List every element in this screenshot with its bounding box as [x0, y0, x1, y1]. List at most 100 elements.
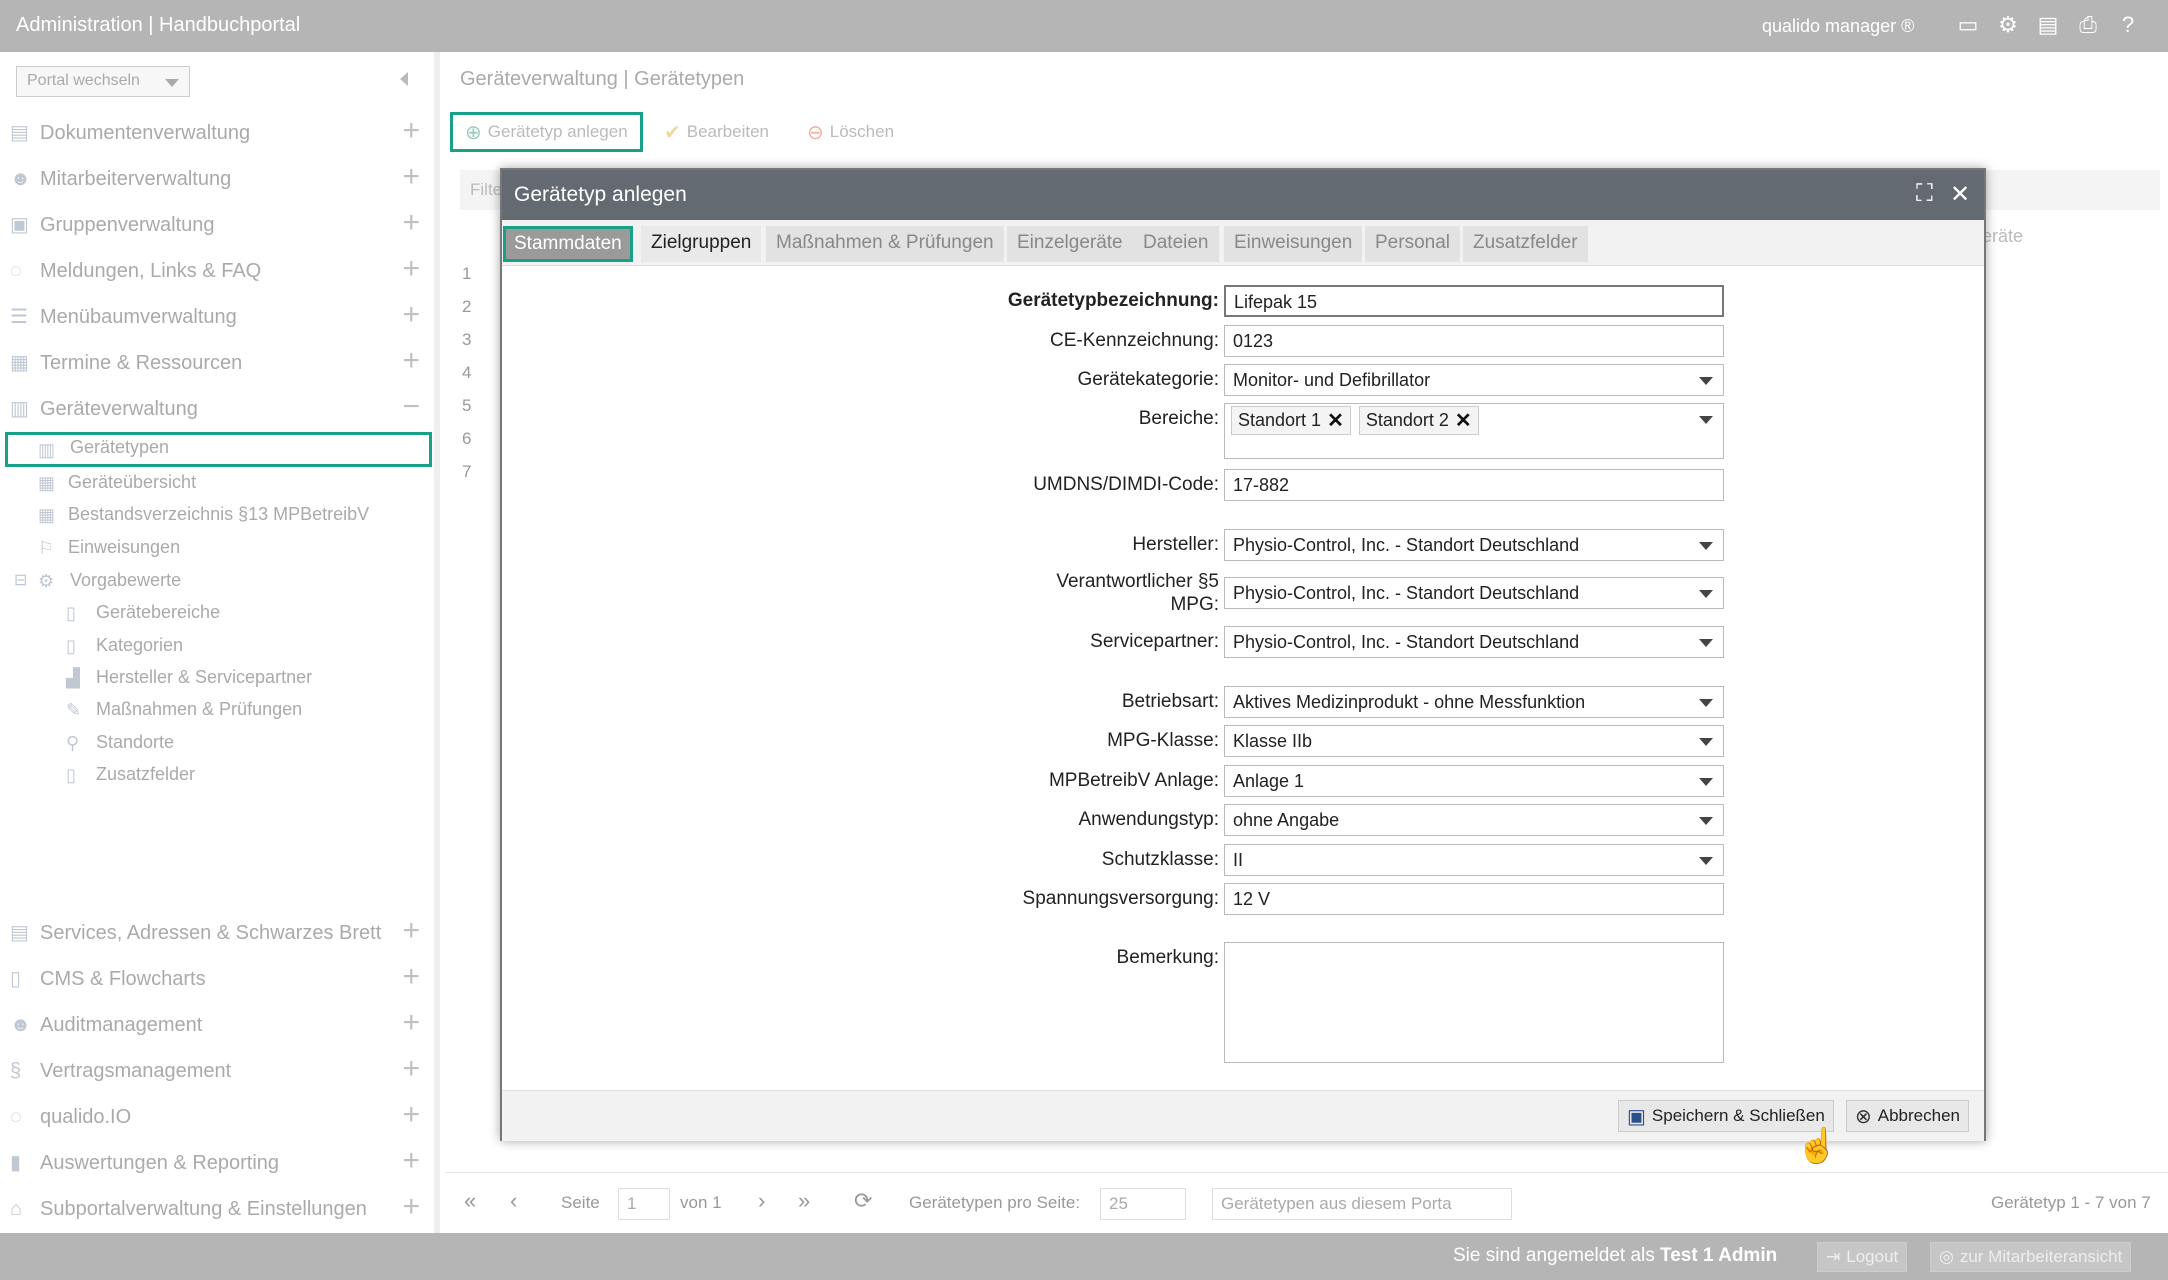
row-number: 6 — [462, 429, 472, 448]
bemerkung-textarea[interactable] — [1224, 942, 1724, 1063]
verantwortlicher-select[interactable]: Physio-Control, Inc. - Standort Deutschl… — [1224, 577, 1724, 609]
ce-input[interactable]: 0123 — [1224, 325, 1724, 357]
save-icon: ▣ — [1627, 1105, 1646, 1128]
mpg-klasse-select[interactable]: Klasse IIb — [1224, 725, 1724, 757]
sitemap-icon[interactable]: ⚙ — [1995, 12, 2021, 38]
tab-zielgruppen[interactable]: Zielgruppen — [641, 226, 762, 262]
schutzklasse-select[interactable]: II — [1224, 844, 1724, 876]
sidebar-item-geraeteuebersicht[interactable]: ▦ Geräteübersicht — [38, 468, 428, 498]
expand-icon[interactable]: + — [402, 116, 420, 146]
expand-icon[interactable]: + — [402, 1192, 420, 1222]
collapse-sidebar-icon[interactable] — [400, 72, 408, 86]
sidebar-item-zusatzfelder[interactable]: ▯ Zusatzfelder — [66, 760, 426, 790]
sidebar-item-standorte[interactable]: ⚲ Standorte — [66, 728, 426, 758]
sidebar-item-einweisungen[interactable]: ⚐ Einweisungen — [38, 533, 428, 563]
prev-page-icon[interactable]: ‹ — [510, 1188, 517, 1214]
pdf-icon[interactable]: ▤ — [2035, 12, 2061, 38]
servicepartner-select[interactable]: Physio-Control, Inc. - Standort Deutschl… — [1224, 626, 1724, 658]
help-icon[interactable]: ? — [2115, 12, 2141, 38]
sidebar-item-mitarbeiterverwaltung[interactable]: ☻ Mitarbeiterverwaltung + — [10, 162, 420, 196]
tab-stammdaten[interactable]: Stammdaten — [503, 226, 633, 262]
logout-button[interactable]: ⇥ Logout — [1817, 1242, 1908, 1272]
hersteller-select[interactable]: Physio-Control, Inc. - Standort Deutschl… — [1224, 529, 1724, 561]
scope-select[interactable]: Gerätetypen aus diesem Porta — [1212, 1188, 1512, 1220]
last-page-icon[interactable]: » — [798, 1188, 810, 1214]
umdns-input[interactable]: 17-882 — [1224, 469, 1724, 501]
edit-button[interactable]: ✔ Bearbeiten — [652, 112, 781, 152]
page-input[interactable]: 1 — [618, 1188, 670, 1220]
sidebar-item-auswertungen[interactable]: ▮ Auswertungen & Reporting + — [10, 1146, 420, 1180]
betriebsart-select[interactable]: Aktives Medizinprodukt - ohne Messfunkti… — [1224, 686, 1724, 718]
tab-massnahmen[interactable]: Maßnahmen & Prüfungen — [766, 226, 1004, 262]
anlage-select[interactable]: Anlage 1 — [1224, 765, 1724, 797]
sidebar-item-audit[interactable]: ☻ Auditmanagement + — [10, 1008, 420, 1042]
sidebar-item-menuebaum[interactable]: ☰ Menübaumverwaltung + — [10, 300, 420, 334]
sidebar-item-dokumentenverwaltung[interactable]: ▤ Dokumentenverwaltung + — [10, 116, 420, 150]
monitor-icon[interactable]: ▭ — [1955, 12, 1981, 38]
instruction-icon: ⚐ — [38, 538, 55, 558]
sidebar-item-kategorien[interactable]: ▯ Kategorien — [66, 631, 426, 661]
expand-icon[interactable]: + — [402, 162, 420, 192]
login-status: Sie sind angemeldet als Test 1 Admin — [1453, 1245, 1778, 1266]
sidebar-item-services[interactable]: ▤ Services, Adressen & Schwarzes Brett + — [10, 916, 420, 950]
label-betriebsart: Betriebsart: — [1121, 691, 1219, 712]
collapse-icon[interactable]: − — [402, 392, 420, 422]
sidebar-item-qualido-io[interactable]: ◌ qualido.IO + — [10, 1100, 420, 1134]
sidebar-item-geraeteverwaltung[interactable]: ▥ Geräteverwaltung − — [10, 392, 420, 426]
sidebar-item-cms[interactable]: ▯ CMS & Flowcharts + — [10, 962, 420, 996]
refresh-icon[interactable]: ⟳ — [854, 1188, 872, 1214]
cancel-button[interactable]: ⊗ Abbrechen — [1846, 1100, 1969, 1132]
sidebar-item-geraetetypen[interactable]: ▥ Gerätetypen — [5, 432, 432, 467]
expand-icon[interactable]: + — [402, 1100, 420, 1130]
sidebar-item-geraetebereiche[interactable]: ▯ Gerätebereiche — [66, 598, 426, 628]
tab-einzelgeraete[interactable]: Einzelgeräte — [1007, 226, 1133, 262]
expand-icon[interactable]: + — [402, 962, 420, 992]
close-icon[interactable]: ✕ — [1950, 180, 1970, 209]
add-device-type-button[interactable]: ⊕ Gerätetyp anlegen — [450, 112, 643, 152]
maximize-icon[interactable]: ⛶ — [1916, 180, 1933, 208]
remove-chip-icon[interactable]: ✕ — [1327, 408, 1344, 433]
sidebar-item-termine[interactable]: ▦ Termine & Ressourcen + — [10, 346, 420, 380]
kategorie-select[interactable]: Monitor- und Defibrillator — [1224, 364, 1724, 396]
sidebar-item-subportal[interactable]: ⌂ Subportalverwaltung & Einstellungen + — [10, 1192, 420, 1226]
sidebar-item-bestandsverzeichnis[interactable]: ▦ Bestandsverzeichnis §13 MPBetreibV — [38, 500, 428, 530]
print-icon[interactable]: ⎙ — [2075, 12, 2101, 38]
delete-button[interactable]: ⊖ Löschen — [795, 112, 906, 152]
remove-chip-icon[interactable]: ✕ — [1455, 408, 1472, 433]
expand-icon[interactable]: + — [402, 1054, 420, 1084]
tab-zusatzfelder[interactable]: Zusatzfelder — [1463, 226, 1588, 262]
sidebar-item-gruppenverwaltung[interactable]: ▣ Gruppenverwaltung + — [10, 208, 420, 242]
expand-icon[interactable]: + — [402, 346, 420, 376]
spannung-input[interactable]: 12 V — [1224, 883, 1724, 915]
anwendungstyp-select[interactable]: ohne Angabe — [1224, 804, 1724, 836]
next-page-icon[interactable]: › — [758, 1188, 765, 1214]
sidebar-item-vertrag[interactable]: § Vertragsmanagement + — [10, 1054, 420, 1088]
tree-collapse-icon[interactable]: ⊟ — [14, 570, 36, 592]
per-page-select[interactable]: 25 — [1100, 1188, 1186, 1220]
tab-einweisungen[interactable]: Einweisungen — [1224, 226, 1363, 262]
label-servicepartner: Servicepartner: — [1090, 631, 1219, 652]
sidebar-item-vorgabewerte[interactable]: ⊟ ⚙ Vorgabewerte — [14, 566, 428, 596]
label-verantwortlicher-2: MPG: — [1170, 594, 1219, 615]
employee-view-icon: ◎ — [1939, 1247, 1954, 1266]
tab-personal[interactable]: Personal — [1365, 226, 1460, 262]
first-page-icon[interactable]: « — [464, 1188, 476, 1214]
filter-input[interactable]: Filte — [470, 180, 502, 200]
tab-dateien[interactable]: Dateien — [1133, 226, 1219, 262]
sidebar-item-massnahmen[interactable]: ✎ Maßnahmen & Prüfungen — [66, 695, 426, 725]
bereiche-multiselect[interactable]: Standort 1 ✕ Standort 2 ✕ — [1224, 403, 1724, 459]
expand-icon[interactable]: + — [402, 916, 420, 946]
employee-view-button[interactable]: ◎ zur Mitarbeiteransicht — [1930, 1242, 2132, 1272]
portal-select[interactable]: Portal wechseln — [16, 66, 190, 97]
expand-icon[interactable]: + — [402, 208, 420, 238]
expand-icon[interactable]: + — [402, 1008, 420, 1038]
chat-icon: ◌ — [10, 260, 22, 282]
expand-icon[interactable]: + — [402, 300, 420, 330]
per-page-label: Gerätetypen pro Seite: — [909, 1193, 1081, 1212]
expand-icon[interactable]: + — [402, 1146, 420, 1176]
sidebar-item-hersteller[interactable]: ▟ Hersteller & Servicepartner — [66, 663, 426, 693]
label-schutzklasse: Schutzklasse: — [1101, 849, 1219, 870]
sidebar-item-meldungen[interactable]: ◌ Meldungen, Links & FAQ + — [10, 254, 420, 288]
expand-icon[interactable]: + — [402, 254, 420, 284]
bezeichnung-input[interactable]: Lifepak 15 — [1224, 285, 1724, 317]
